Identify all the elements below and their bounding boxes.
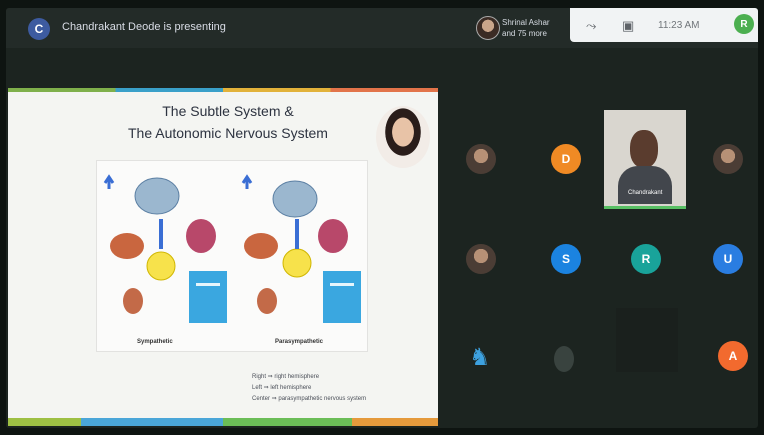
system-status-panel: ⤳ ▣ 11:23 AM R — [570, 8, 758, 42]
participant-u[interactable]: U — [713, 244, 743, 274]
participant-video[interactable]: Chandrakant — [604, 110, 686, 209]
caption-right: Parasympathetic — [275, 339, 324, 345]
presenting-status: Chandrakant Deode is presenting — [62, 21, 226, 33]
shared-slide: The Subtle System & The Autonomic Nervou… — [8, 88, 438, 426]
participant-a[interactable]: A — [718, 341, 748, 371]
participant-dark-video[interactable] — [616, 308, 678, 372]
screen-icon[interactable]: ▣ — [622, 18, 634, 34]
meeting-screen: C Chandrakant Deode is presenting Shrina… — [6, 8, 758, 428]
video-shirt — [618, 166, 672, 204]
people-name: Shrinal Ashar — [502, 18, 550, 27]
account-avatar[interactable]: R — [734, 14, 754, 34]
participant-photo-1[interactable] — [466, 144, 496, 174]
participant-r[interactable]: R — [631, 244, 661, 274]
slide-title-line-2: The Autonomic Nervous System — [128, 125, 328, 141]
participant-d[interactable]: D — [551, 144, 581, 174]
clock: 11:23 AM — [658, 20, 700, 31]
participant-photo-2[interactable] — [713, 144, 743, 174]
slide-title-line-1: The Subtle System & — [162, 103, 294, 119]
blurred-participant-icon[interactable] — [554, 346, 574, 372]
slide-title: The Subtle System & The Autonomic Nervou… — [98, 100, 358, 144]
slide-note-3: Center ⇒ parasympathetic nervous system — [252, 396, 367, 402]
people-summary[interactable]: Shrinal Ashar and 75 more — [502, 17, 550, 39]
presenter-avatar: C — [28, 18, 50, 40]
diagram-illustration — [103, 174, 361, 323]
caption-left: Sympathetic — [137, 339, 173, 345]
portrait-image — [376, 106, 430, 168]
video-face — [630, 130, 658, 168]
video-label: Chandrakant — [628, 190, 663, 196]
people-avatar[interactable] — [476, 16, 500, 40]
deer-avatar-icon[interactable]: ♞ — [469, 343, 491, 372]
slide-note-2: Left ⇒ left hemisphere — [252, 385, 312, 391]
cast-icon[interactable]: ⤳ — [586, 18, 596, 34]
people-count: and 75 more — [502, 29, 547, 38]
nervous-system-diagram: Sympathetic Parasympathetic — [96, 160, 368, 352]
slide-bottom-stripe — [8, 418, 438, 426]
slide-top-stripe — [8, 88, 438, 92]
slide-notes: Right ⇒ right hemisphere Left ⇒ left hem… — [252, 372, 366, 405]
participant-photo-3[interactable] — [466, 244, 496, 274]
participant-s[interactable]: S — [551, 244, 581, 274]
slide-note-1: Right ⇒ right hemisphere — [252, 374, 320, 380]
